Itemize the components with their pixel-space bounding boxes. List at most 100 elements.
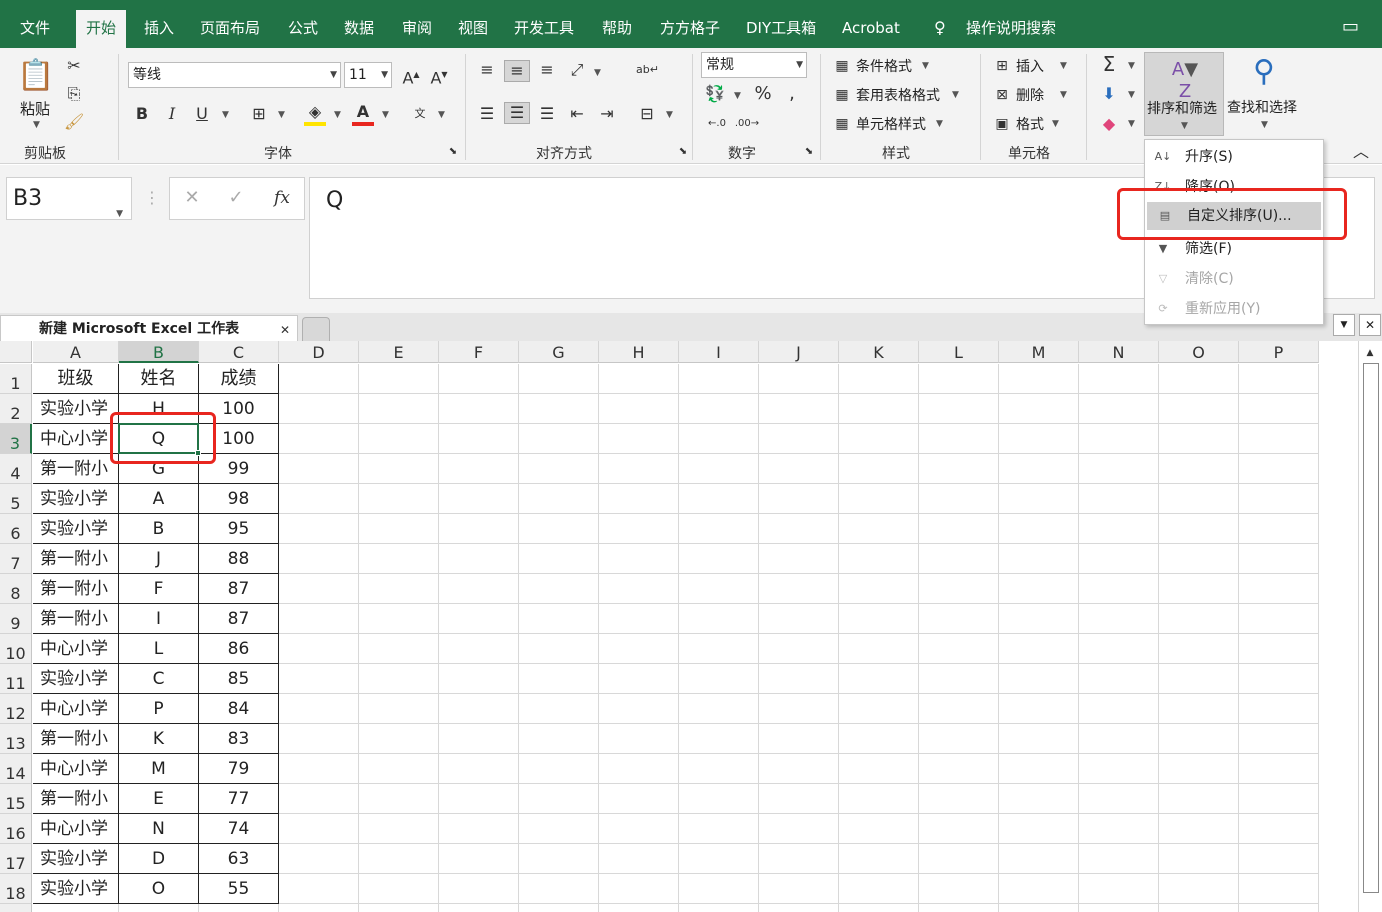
empty-cell[interactable] — [919, 364, 999, 394]
empty-cell[interactable] — [1159, 664, 1239, 694]
row-header-11[interactable]: 11 — [0, 664, 32, 694]
row-header-9[interactable]: 9 — [0, 604, 32, 634]
empty-cell[interactable] — [1239, 664, 1319, 694]
empty-cell[interactable] — [839, 544, 919, 574]
empty-cell[interactable] — [839, 904, 919, 912]
empty-cell[interactable] — [439, 784, 519, 814]
align-right-icon[interactable]: ☰ — [536, 104, 558, 124]
empty-cell[interactable] — [759, 514, 839, 544]
empty-cell[interactable] — [439, 694, 519, 724]
empty-cell[interactable] — [679, 484, 759, 514]
empty-cell[interactable] — [359, 874, 439, 904]
empty-cell[interactable] — [1159, 874, 1239, 904]
empty-cell[interactable] — [439, 814, 519, 844]
table-cell[interactable]: 实验小学 — [33, 514, 119, 544]
table-cell[interactable]: 87 — [199, 574, 279, 604]
empty-cell[interactable] — [839, 754, 919, 784]
empty-cell[interactable] — [759, 364, 839, 394]
empty-cell[interactable] — [519, 574, 599, 604]
empty-cell[interactable] — [519, 454, 599, 484]
empty-cell[interactable] — [439, 724, 519, 754]
empty-cell[interactable] — [759, 844, 839, 874]
chevron-down-icon[interactable]: ▼ — [594, 68, 601, 78]
empty-cell[interactable] — [1239, 634, 1319, 664]
empty-cell[interactable] — [999, 904, 1079, 912]
row-header-14[interactable]: 14 — [0, 754, 32, 784]
empty-cell[interactable] — [1079, 874, 1159, 904]
empty-cell[interactable] — [519, 424, 599, 454]
empty-cell[interactable] — [839, 844, 919, 874]
table-cell[interactable]: 第一附小 — [33, 604, 119, 634]
empty-cell[interactable] — [919, 724, 999, 754]
empty-cell[interactable] — [759, 664, 839, 694]
empty-cell[interactable] — [359, 424, 439, 454]
empty-cell[interactable] — [919, 424, 999, 454]
paste-icon[interactable]: 📋 — [16, 56, 56, 96]
empty-cell[interactable] — [1159, 754, 1239, 784]
empty-cell[interactable] — [999, 814, 1079, 844]
table-cell[interactable]: 85 — [199, 664, 279, 694]
empty-cell[interactable] — [1159, 694, 1239, 724]
empty-cell[interactable] — [919, 514, 999, 544]
empty-cell[interactable] — [599, 424, 679, 454]
column-header-O[interactable]: O — [1159, 341, 1239, 363]
empty-cell[interactable] — [359, 604, 439, 634]
table-cell[interactable]: 实验小学 — [33, 484, 119, 514]
tab-3[interactable]: 页面布局 — [200, 0, 260, 48]
empty-cell[interactable] — [279, 904, 359, 912]
empty-cell[interactable] — [519, 394, 599, 424]
empty-cell[interactable] — [679, 874, 759, 904]
cancel-icon[interactable]: ✕ — [182, 188, 202, 208]
number-dialog-launcher-icon[interactable]: ⬊ — [802, 142, 816, 162]
workbook-tab[interactable]: 新建 Microsoft Excel 工作表 ✕ — [0, 315, 298, 342]
column-header-G[interactable]: G — [519, 341, 599, 363]
align-center-icon[interactable]: ☰ — [504, 102, 530, 124]
align-top-icon[interactable]: ≡ — [476, 60, 498, 80]
empty-cell[interactable] — [759, 754, 839, 784]
align-bottom-icon[interactable]: ≡ — [536, 60, 558, 80]
chevron-down-icon[interactable]: ▼ — [278, 110, 285, 120]
empty-cell[interactable] — [599, 484, 679, 514]
chevron-down-icon[interactable]: ▼ — [1128, 90, 1135, 100]
table-cell[interactable]: D — [119, 844, 199, 874]
empty-cell[interactable] — [519, 364, 599, 394]
empty-cell[interactable] — [1079, 454, 1159, 484]
empty-cell[interactable] — [1159, 364, 1239, 394]
empty-cell[interactable] — [519, 514, 599, 544]
empty-cell[interactable] — [1239, 514, 1319, 544]
font-name-select[interactable]: 等线 ▼ — [128, 62, 341, 88]
empty-cell[interactable] — [279, 604, 359, 634]
empty-cell[interactable] — [679, 634, 759, 664]
empty-cell[interactable] — [759, 904, 839, 912]
column-header-K[interactable]: K — [839, 341, 919, 363]
empty-cell[interactable] — [679, 574, 759, 604]
empty-cell[interactable] — [1239, 724, 1319, 754]
table-cell[interactable]: K — [119, 724, 199, 754]
empty-cell[interactable] — [1159, 424, 1239, 454]
table-cell[interactable]: 中心小学 — [33, 634, 119, 664]
empty-cell[interactable] — [1159, 904, 1239, 912]
empty-cell[interactable] — [519, 814, 599, 844]
tab-1[interactable]: 开始 — [76, 10, 127, 48]
empty-cell[interactable] — [439, 544, 519, 574]
empty-cell[interactable] — [999, 484, 1079, 514]
empty-cell[interactable] — [759, 634, 839, 664]
empty-cell[interactable] — [759, 874, 839, 904]
empty-cell[interactable] — [599, 874, 679, 904]
percent-icon[interactable]: % — [752, 84, 774, 104]
empty-cell[interactable] — [439, 574, 519, 604]
decrease-decimal-icon[interactable]: .00→ — [734, 114, 760, 134]
empty-cell[interactable] — [679, 394, 759, 424]
fill-color-icon[interactable]: ◈ — [304, 102, 326, 126]
row-header-16[interactable]: 16 — [0, 814, 32, 844]
empty-cell[interactable] — [999, 424, 1079, 454]
empty-cell[interactable] — [519, 604, 599, 634]
empty-cell[interactable] — [679, 904, 759, 912]
empty-cell[interactable] — [1159, 604, 1239, 634]
chevron-down-icon[interactable]: ▼ — [116, 194, 123, 235]
table-cell[interactable]: 79 — [199, 754, 279, 784]
empty-cell[interactable] — [359, 484, 439, 514]
column-header-C[interactable]: C — [199, 341, 279, 363]
increase-font-icon[interactable]: A▲ — [400, 65, 422, 88]
table-cell[interactable]: 98 — [199, 484, 279, 514]
